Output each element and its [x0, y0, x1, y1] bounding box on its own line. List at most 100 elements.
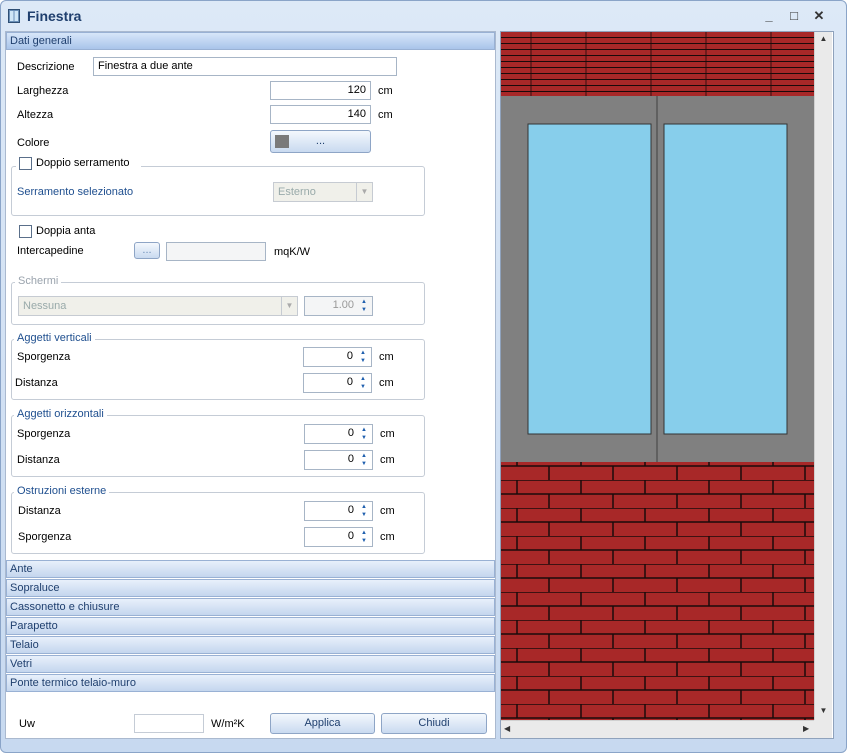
chiudi-button[interactable]: Chiudi: [381, 713, 487, 734]
descrizione-label: Descrizione: [17, 61, 75, 73]
av-distanza-label: Distanza: [15, 377, 58, 389]
av-sporgenza-label: Sporgenza: [17, 351, 71, 363]
brick-wall: [501, 462, 814, 720]
oe-sporgenza-value: 0: [347, 530, 354, 542]
ao-distanza-value: 0: [347, 453, 354, 465]
properties-panel: Dati generali Descrizione Finestra a due…: [5, 31, 496, 739]
ao-distanza-label: Distanza: [17, 454, 60, 466]
oe-sporgenza-unit: cm: [380, 531, 395, 543]
window-preview-panel: ▲ ▼ ◀ ▶: [500, 31, 834, 739]
arrow-down-icon[interactable]: ▼: [357, 537, 371, 545]
descrizione-input[interactable]: Finestra a due ante: [93, 57, 397, 76]
vertical-scrollbar[interactable]: ▲ ▼: [814, 32, 832, 720]
serramento-selezionato-select[interactable]: Esterno ▼: [273, 182, 373, 202]
color-swatch: [275, 135, 289, 148]
scroll-left-icon[interactable]: ◀: [504, 724, 510, 733]
stepper-arrows[interactable]: ▲ ▼: [357, 452, 371, 468]
aggetti-verticali-title: Aggetti verticali: [14, 332, 95, 344]
close-button[interactable]: ✕: [809, 7, 829, 25]
oe-sporgenza-label: Sporgenza: [18, 531, 72, 543]
altezza-label: Altezza: [17, 109, 54, 121]
section-telaio[interactable]: Telaio: [6, 636, 495, 654]
arrow-down-icon[interactable]: ▼: [357, 460, 371, 468]
av-sporgenza-stepper[interactable]: 0 ▲ ▼: [303, 347, 372, 367]
chevron-down-icon: ▼: [356, 183, 372, 201]
schermi-factor-stepper[interactable]: 1.00 ▲ ▼: [304, 296, 373, 316]
av-distanza-value: 0: [346, 376, 353, 388]
stepper-arrows[interactable]: ▲ ▼: [356, 375, 370, 391]
stepper-arrows[interactable]: ▲ ▼: [357, 298, 371, 314]
oe-sporgenza-stepper[interactable]: 0 ▲ ▼: [304, 527, 373, 547]
chevron-down-icon: ▼: [281, 297, 297, 315]
stepper-arrows[interactable]: ▲ ▼: [357, 503, 371, 519]
colore-label: Colore: [17, 137, 50, 149]
av-distanza-stepper[interactable]: 0 ▲ ▼: [303, 373, 372, 393]
intercapedine-label: Intercapedine: [17, 245, 84, 257]
arrow-up-icon[interactable]: ▲: [357, 503, 371, 511]
doppia-anta-checkbox[interactable]: [19, 225, 32, 238]
stepper-arrows[interactable]: ▲ ▼: [357, 529, 371, 545]
ao-sporgenza-label: Sporgenza: [17, 428, 71, 440]
intercapedine-button[interactable]: ...: [134, 242, 160, 259]
oe-distanza-value: 0: [347, 504, 354, 516]
doppia-anta-label: Doppia anta: [36, 225, 96, 237]
altezza-unit: cm: [378, 109, 393, 121]
arrow-down-icon[interactable]: ▼: [356, 357, 370, 365]
arrow-up-icon[interactable]: ▲: [356, 375, 370, 383]
ao-sporgenza-stepper[interactable]: 0 ▲ ▼: [304, 424, 373, 444]
arrow-down-icon[interactable]: ▼: [357, 306, 371, 314]
uw-unit: W/m²K: [211, 718, 245, 730]
oe-distanza-stepper[interactable]: 0 ▲ ▼: [304, 501, 373, 521]
section-sopraluce[interactable]: Sopraluce: [6, 579, 495, 597]
arrow-down-icon[interactable]: ▼: [357, 434, 371, 442]
applica-button[interactable]: Applica: [270, 713, 375, 734]
section-dati-generali[interactable]: Dati generali: [6, 32, 495, 50]
ostruzioni-esterne-title: Ostruzioni esterne: [14, 485, 110, 497]
section-cassonetto[interactable]: Cassonetto e chiusure: [6, 598, 495, 616]
arrow-up-icon[interactable]: ▲: [357, 529, 371, 537]
colore-button[interactable]: ...: [270, 130, 371, 153]
glass-pane-left: [527, 123, 652, 435]
schermi-select[interactable]: Nessuna ▼: [18, 296, 298, 316]
minimize-button[interactable]: _: [759, 7, 779, 25]
doppio-serramento-checkbox[interactable]: [19, 157, 32, 170]
scroll-down-icon[interactable]: ▼: [815, 706, 832, 715]
stepper-arrows[interactable]: ▲ ▼: [357, 426, 371, 442]
larghezza-unit: cm: [378, 85, 393, 97]
larghezza-input[interactable]: 120: [270, 81, 371, 100]
arrow-up-icon[interactable]: ▲: [357, 298, 371, 306]
arrow-down-icon[interactable]: ▼: [356, 383, 370, 391]
schermi-title: Schermi: [15, 275, 62, 287]
section-ante[interactable]: Ante: [6, 560, 495, 578]
serramento-selezionato-label: Serramento selezionato: [17, 186, 134, 198]
arrow-up-icon[interactable]: ▲: [357, 426, 371, 434]
cassonetto-shape: [501, 32, 814, 96]
arrow-down-icon[interactable]: ▼: [357, 511, 371, 519]
ao-sporgenza-unit: cm: [380, 428, 395, 440]
stepper-arrows[interactable]: ▲ ▼: [356, 349, 370, 365]
intercapedine-input[interactable]: [166, 242, 266, 261]
maximize-button[interactable]: □: [784, 7, 804, 25]
scroll-right-icon[interactable]: ▶: [803, 724, 809, 733]
scroll-up-icon[interactable]: ▲: [815, 34, 832, 43]
av-sporgenza-value: 0: [346, 350, 353, 362]
section-ponte-termico[interactable]: Ponte termico telaio-muro: [6, 674, 495, 692]
arrow-up-icon[interactable]: ▲: [357, 452, 371, 460]
doppio-serramento-label: Doppio serramento: [36, 157, 130, 169]
title-bar: Finestra _ □ ✕: [1, 1, 846, 31]
finestra-window: Finestra _ □ ✕ Dati generali Descrizione…: [0, 0, 847, 753]
horizontal-scrollbar[interactable]: ◀ ▶: [501, 720, 814, 738]
section-parapetto[interactable]: Parapetto: [6, 617, 495, 635]
scroll-corner: [814, 720, 832, 738]
oe-distanza-label: Distanza: [18, 505, 61, 517]
ao-distanza-stepper[interactable]: 0 ▲ ▼: [304, 450, 373, 470]
window-preview-drawing: [501, 32, 814, 720]
aggetti-orizzontali-title: Aggetti orizzontali: [14, 408, 107, 420]
arrow-up-icon[interactable]: ▲: [356, 349, 370, 357]
glass-pane-right: [663, 123, 788, 435]
doppio-serramento-header: Doppio serramento: [16, 156, 141, 172]
serramento-selezionato-value: Esterno: [278, 186, 316, 198]
altezza-input[interactable]: 140: [270, 105, 371, 124]
oe-distanza-unit: cm: [380, 505, 395, 517]
section-vetri[interactable]: Vetri: [6, 655, 495, 673]
